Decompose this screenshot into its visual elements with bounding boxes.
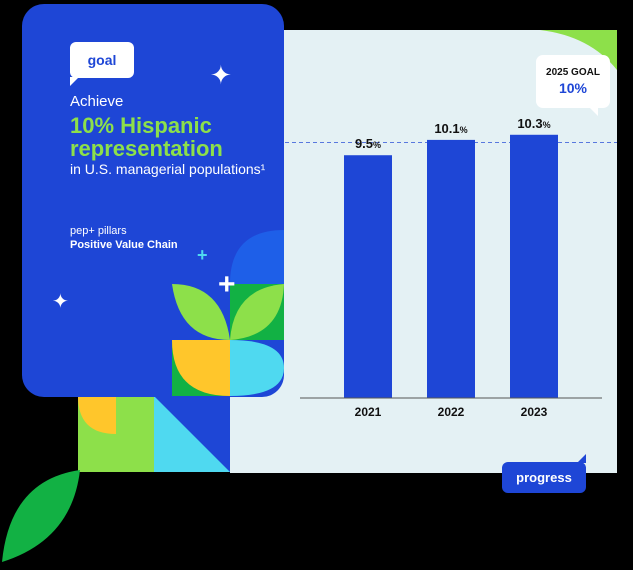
goal-callout: 2025 GOAL 10%	[536, 55, 610, 116]
bar-value-label: 9.5%	[355, 136, 381, 151]
bar-2023	[510, 134, 558, 398]
bar-value-label: 10.1%	[434, 121, 467, 136]
x-tick-label: 2023	[521, 405, 548, 419]
bar-2022	[427, 139, 475, 398]
bar-value-label: 10.3%	[517, 116, 550, 131]
x-tick-label: 2022	[438, 405, 465, 419]
bar-2021	[344, 155, 392, 398]
progress-tag: progress	[502, 454, 586, 493]
x-tick-label: 2021	[355, 405, 382, 419]
goal-callout-label: 2025 GOAL	[546, 67, 600, 78]
goal-callout-value: 10%	[558, 80, 588, 96]
